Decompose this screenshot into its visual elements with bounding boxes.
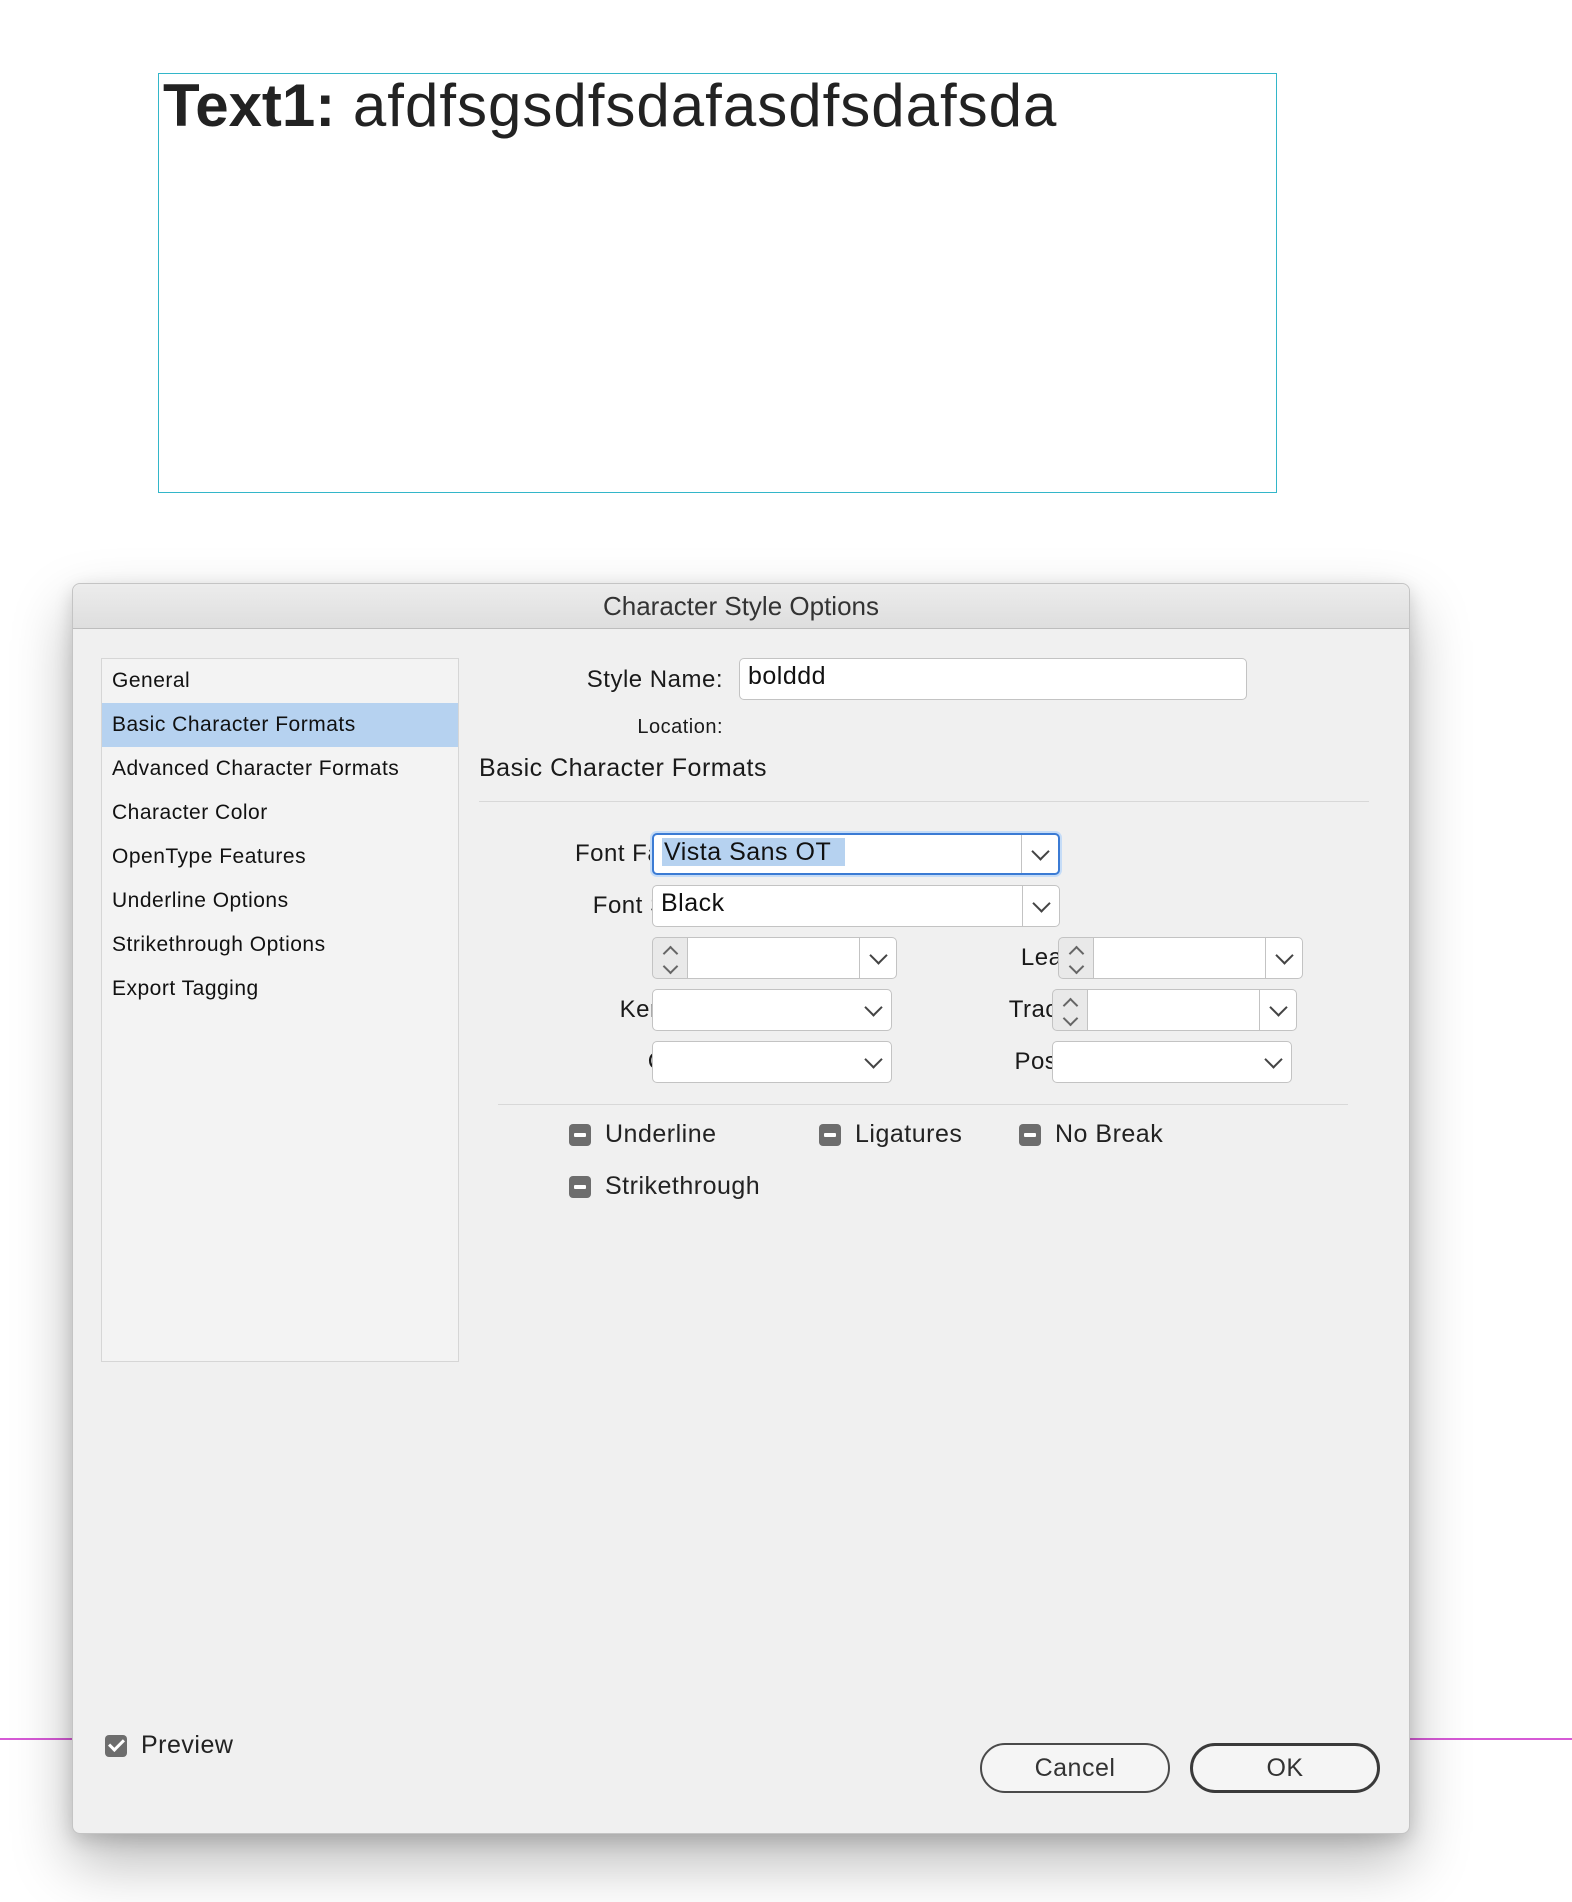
guide-line-right (1408, 1738, 1572, 1740)
kerning-dropdown[interactable] (652, 989, 892, 1031)
size-field[interactable] (687, 937, 897, 979)
ok-button[interactable]: OK (1190, 1743, 1380, 1793)
sidebar-item-strikethrough-options[interactable]: Strikethrough Options (102, 923, 458, 967)
sidebar-item-advanced-character-formats[interactable]: Advanced Character Formats (102, 747, 458, 791)
chevron-down-icon (1068, 958, 1084, 975)
sidebar-item-underline-options[interactable]: Underline Options (102, 879, 458, 923)
position-dropdown[interactable] (1052, 1041, 1292, 1083)
text-frame[interactable]: Text1: afdfsgsdfsdafasdfsdafsda (158, 73, 1277, 493)
case-dropdown-button[interactable] (855, 1042, 891, 1082)
sidebar-item-general[interactable]: General (102, 659, 458, 703)
position-dropdown-button[interactable] (1255, 1042, 1291, 1082)
font-family-dropdown-button[interactable] (1021, 835, 1058, 873)
frame-text-label: Text1: (163, 72, 336, 139)
dialog-title: Character Style Options (73, 584, 1409, 629)
chevron-down-icon (1030, 841, 1050, 861)
size-stepper[interactable] (652, 937, 688, 979)
tracking-dropdown-button[interactable] (1259, 990, 1296, 1030)
chevron-down-icon (1062, 1010, 1078, 1027)
frame-text-body: afdfsgsdfsdafasdfsdafsda (335, 72, 1058, 139)
section-divider (479, 801, 1369, 802)
font-style-dropdown[interactable]: Black (652, 885, 1060, 927)
cancel-button[interactable]: Cancel (980, 1743, 1170, 1793)
tracking-field[interactable] (1087, 989, 1297, 1031)
strikethrough-checkbox[interactable]: Strikethrough (569, 1172, 760, 1201)
style-name-field[interactable]: bolddd (739, 658, 1247, 700)
mixed-state-icon (569, 1175, 591, 1198)
font-family-dropdown[interactable]: Vista Sans OT (652, 833, 1060, 875)
sidebar-item-character-color[interactable]: Character Color (102, 791, 458, 835)
font-style-value: Black (661, 889, 725, 917)
font-family-value: Vista Sans OT (662, 838, 846, 866)
chevron-down-icon (1263, 1049, 1283, 1069)
checkmark-icon (105, 1734, 127, 1757)
underline-checkbox[interactable]: Underline (569, 1120, 717, 1149)
chevron-down-icon (1031, 893, 1051, 913)
mixed-state-icon (1019, 1123, 1041, 1146)
no-break-checkbox[interactable]: No Break (1019, 1120, 1163, 1149)
section-title: Basic Character Formats (479, 754, 767, 782)
case-dropdown[interactable] (652, 1041, 892, 1083)
chevron-down-icon (1274, 945, 1294, 965)
chevron-down-icon (863, 1049, 883, 1069)
sidebar-item-opentype-features[interactable]: OpenType Features (102, 835, 458, 879)
sidebar: General Basic Character Formats Advanced… (101, 658, 459, 1362)
location-label: Location: (637, 716, 723, 738)
frame-text[interactable]: Text1: afdfsgsdfsdafasdfsdafsda (163, 74, 1057, 138)
options-divider (498, 1104, 1348, 1105)
character-style-options-dialog: Character Style Options General Basic Ch… (72, 583, 1410, 1834)
sidebar-item-basic-character-formats[interactable]: Basic Character Formats (102, 703, 458, 747)
chevron-down-icon (1268, 997, 1288, 1017)
chevron-down-icon (868, 945, 888, 965)
leading-dropdown-button[interactable] (1265, 938, 1302, 978)
guide-line-left (0, 1738, 74, 1740)
style-name-label: Style Name: (586, 666, 723, 693)
no-break-label: No Break (1055, 1120, 1164, 1148)
strikethrough-label: Strikethrough (605, 1172, 761, 1200)
size-dropdown-button[interactable] (859, 938, 896, 978)
leading-field[interactable] (1093, 937, 1303, 979)
tracking-stepper[interactable] (1052, 989, 1088, 1031)
mixed-state-icon (819, 1123, 841, 1146)
underline-label: Underline (605, 1120, 717, 1148)
ligatures-checkbox[interactable]: Ligatures (819, 1120, 962, 1149)
preview-label: Preview (141, 1731, 234, 1759)
style-name-value: bolddd (748, 662, 827, 690)
kerning-dropdown-button[interactable] (855, 990, 891, 1030)
leading-stepper[interactable] (1058, 937, 1094, 979)
chevron-down-icon (662, 958, 678, 975)
mixed-state-icon (569, 1123, 591, 1146)
ligatures-label: Ligatures (855, 1120, 963, 1148)
preview-checkbox[interactable]: Preview (105, 1731, 233, 1760)
font-style-dropdown-button[interactable] (1022, 886, 1059, 926)
chevron-down-icon (863, 997, 883, 1017)
sidebar-item-export-tagging[interactable]: Export Tagging (102, 967, 458, 1011)
